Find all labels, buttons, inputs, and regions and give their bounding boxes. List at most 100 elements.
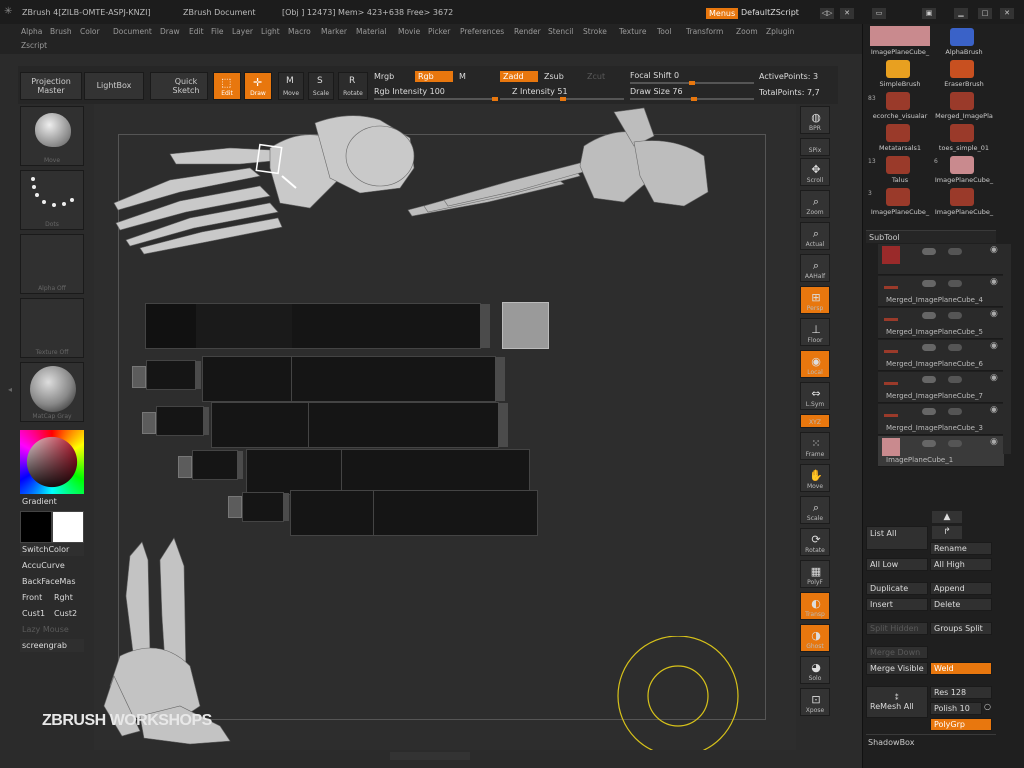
menu-draw[interactable]: Draw	[160, 27, 180, 36]
menu-light[interactable]: Light	[261, 27, 280, 36]
rename-button[interactable]: Rename	[930, 542, 992, 555]
shelf-actual-button[interactable]: ⌕ Actual	[800, 222, 830, 250]
shelf-persp-button[interactable]: ⊞ Persp	[800, 286, 830, 314]
subtool-toggle-icon[interactable]	[948, 248, 962, 255]
texture-thumbnail[interactable]: Texture Off	[20, 298, 84, 358]
subtool-up-arrow-icon[interactable]: ▲	[932, 511, 962, 523]
draw-size-slider[interactable]	[630, 97, 754, 101]
weld-button[interactable]: Weld	[930, 662, 992, 675]
subtool-toggle-icon[interactable]	[922, 440, 936, 447]
window-restore-icon[interactable]: ◁▷	[820, 8, 834, 19]
append-button[interactable]: Append	[930, 582, 992, 595]
delete-button[interactable]: Delete	[930, 598, 992, 611]
menu-preferences[interactable]: Preferences	[460, 27, 504, 36]
tool-thumbnail[interactable]: EraserBrush	[934, 58, 994, 88]
z-intensity-slider[interactable]	[500, 97, 624, 101]
subtool-item[interactable]: ◉	[878, 244, 1004, 275]
maximize-icon[interactable]: □	[978, 8, 992, 19]
shelf-floor-button[interactable]: ⊥ Floor	[800, 318, 830, 346]
shelf-frame-button[interactable]: ⁙ Frame	[800, 432, 830, 460]
projection-master-button[interactable]: Projection Master	[20, 72, 82, 100]
subtool-move-arrow-icon[interactable]: ↱	[932, 526, 962, 539]
visibility-eye-icon[interactable]: ◉	[990, 373, 998, 383]
canvas-bottom-scroll[interactable]	[390, 752, 470, 760]
material-thumbnail[interactable]: MatCap Gray	[20, 362, 84, 422]
visibility-eye-icon[interactable]: ◉	[990, 277, 998, 287]
lightbox-button[interactable]: LightBox	[84, 72, 144, 100]
right-button[interactable]: Rght	[52, 591, 82, 604]
menu-marker[interactable]: Marker	[321, 27, 347, 36]
menu-color[interactable]: Color	[80, 27, 100, 36]
polish-toggle-icon[interactable]: ○	[984, 702, 991, 711]
remesh-all-button[interactable]: ⁑ ReMesh All	[866, 686, 928, 718]
quick-sketch-button[interactable]: Quick Sketch	[150, 72, 208, 100]
menu-texture[interactable]: Texture	[619, 27, 646, 36]
menu-stencil[interactable]: Stencil	[548, 27, 573, 36]
brush-thumbnail[interactable]: Move	[20, 106, 84, 166]
subtool-toggle-icon[interactable]	[948, 408, 962, 415]
minimize-icon[interactable]: ▁	[954, 8, 968, 19]
tool-thumbnail[interactable]: ImagePlaneCube_	[934, 154, 994, 184]
tool-thumbnail[interactable]: ImagePlaneCube_	[870, 26, 930, 56]
cust2-button[interactable]: Cust2	[52, 607, 82, 620]
zsub-button[interactable]: Zsub	[544, 72, 564, 81]
shelf-local-button[interactable]: ◉ Local	[800, 350, 830, 378]
tool-thumbnail[interactable]: SimpleBrush	[870, 58, 930, 88]
list-all-button[interactable]: List All	[866, 526, 928, 550]
merge-down-button[interactable]: Merge Down	[866, 646, 928, 659]
menu-edit[interactable]: Edit	[189, 27, 204, 36]
shelf-bpr-button[interactable]: ◍ BPR	[800, 106, 830, 134]
mrgb-button[interactable]: Mrgb	[374, 72, 394, 81]
image-plane-cube[interactable]	[502, 302, 549, 349]
shelf-l-sym-button[interactable]: ⇔ L.Sym	[800, 382, 830, 410]
insert-button[interactable]: Insert	[866, 598, 928, 611]
menu-material[interactable]: Material	[356, 27, 386, 36]
duplicate-button[interactable]: Duplicate	[866, 582, 928, 595]
subtool-toggle-icon[interactable]	[948, 376, 962, 383]
menu-movie[interactable]: Movie	[398, 27, 420, 36]
shelf-scale-button[interactable]: ⌕ Scale	[800, 496, 830, 524]
alpha-thumbnail[interactable]: Alpha Off	[20, 234, 84, 294]
split-hidden-button[interactable]: Split Hidden	[866, 622, 928, 635]
edit-button[interactable]: ⬚ Edit	[213, 72, 241, 100]
image-plane-bar-1[interactable]	[145, 303, 490, 349]
visibility-eye-icon[interactable]: ◉	[990, 309, 998, 319]
zadd-button[interactable]: Zadd	[500, 71, 538, 82]
shelf-transp-button[interactable]: ◐ Transp	[800, 592, 830, 620]
subtool-item[interactable]: ◉ Merged_ImagePlaneCube_4	[878, 276, 1004, 307]
subtool-toggle-icon[interactable]	[948, 280, 962, 287]
tool-thumbnail[interactable]: ecorche_visualar	[870, 90, 930, 120]
image-plane-bar-5[interactable]	[290, 490, 538, 536]
image-plane-bar-2[interactable]	[202, 356, 505, 402]
tool-thumbnail[interactable]: Talus	[870, 154, 930, 184]
shelf-rotate-button[interactable]: ⟳ Rotate	[800, 528, 830, 556]
rgb-intensity-knob[interactable]	[492, 97, 498, 101]
shelf-scroll-button[interactable]: ✥ Scroll	[800, 158, 830, 186]
polygrp-button[interactable]: PolyGrp	[930, 718, 992, 731]
image-plane-bar-4a[interactable]	[192, 450, 243, 480]
menu-stroke[interactable]: Stroke	[583, 27, 607, 36]
switchcolor-button[interactable]: SwitchColor	[20, 543, 84, 556]
subtool-toggle-icon[interactable]	[922, 408, 936, 415]
screengrab-button[interactable]: screengrab	[20, 639, 84, 652]
shelf-solo-button[interactable]: ◕ Solo	[800, 656, 830, 684]
subtool-item[interactable]: ◉ Merged_ImagePlaneCube_7	[878, 372, 1004, 403]
menu-layer[interactable]: Layer	[232, 27, 253, 36]
visibility-eye-icon[interactable]: ◉	[990, 245, 998, 255]
menu-picker[interactable]: Picker	[428, 27, 450, 36]
visibility-eye-icon[interactable]: ◉	[990, 437, 998, 447]
lock-icon[interactable]: ▣	[922, 8, 936, 19]
draw-button[interactable]: ✛ Draw	[244, 72, 272, 100]
focal-shift-slider[interactable]	[630, 81, 754, 85]
m-button[interactable]: M	[459, 72, 466, 81]
lazy-mouse-button[interactable]: Lazy Mouse	[20, 623, 84, 636]
subtool-item[interactable]: ◉ Merged_ImagePlaneCube_5	[878, 308, 1004, 339]
image-plane-bar-4[interactable]	[246, 449, 530, 495]
left-tray-arrow-icon[interactable]: ◂	[8, 385, 12, 394]
rgb-button[interactable]: Rgb	[415, 71, 453, 82]
menu-zplugin[interactable]: Zplugin	[766, 27, 794, 36]
menu-render[interactable]: Render	[514, 27, 541, 36]
shelf-zoom-button[interactable]: ⌕ Zoom	[800, 190, 830, 218]
z-intensity-knob[interactable]	[560, 97, 567, 101]
shelf-polyf-button[interactable]: ▦ PolyF	[800, 560, 830, 588]
